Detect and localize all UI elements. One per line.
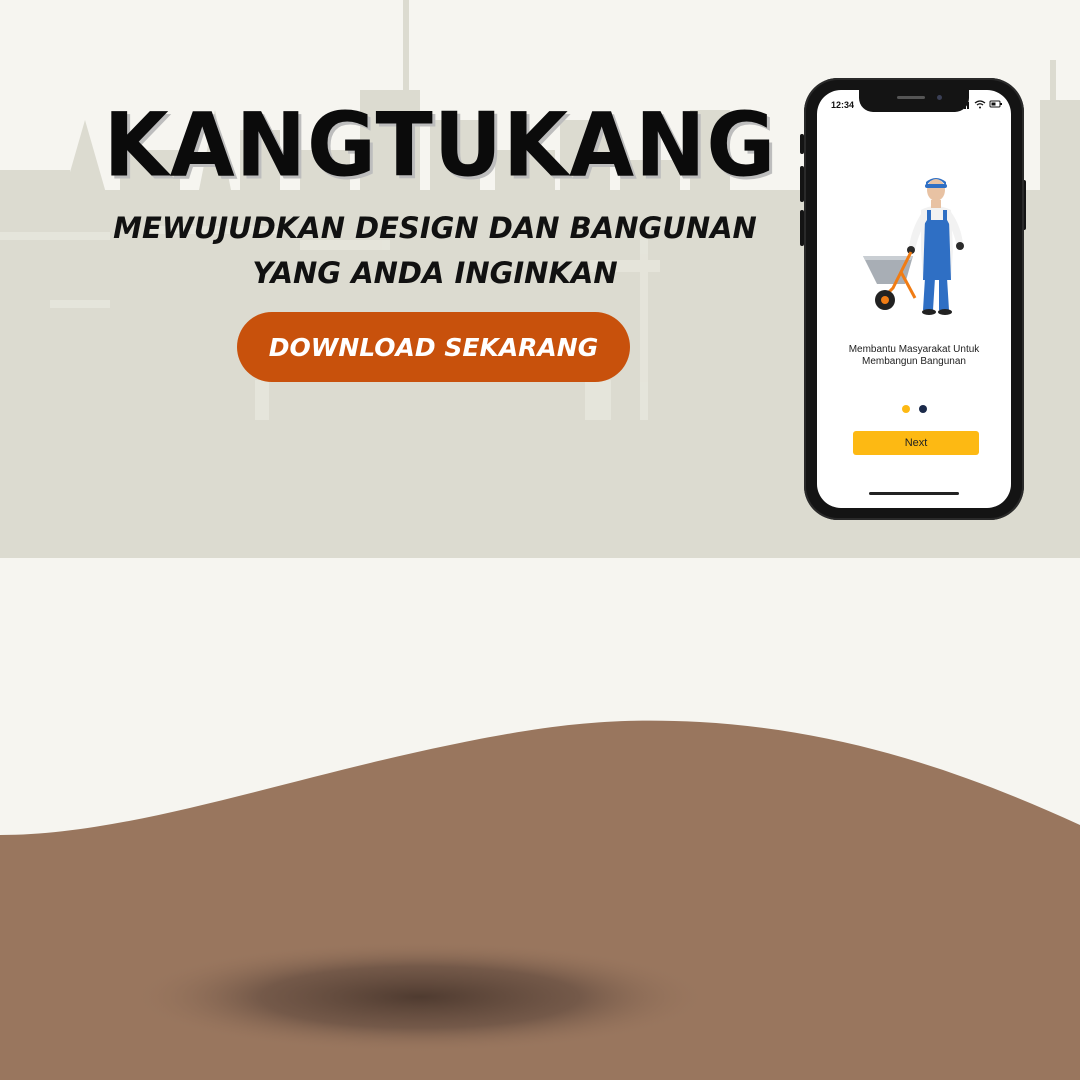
- battery-icon: [989, 100, 1002, 108]
- tagline-line-1: MEWUJUDKAN DESIGN DAN BANGUNAN: [113, 211, 757, 245]
- page-indicator: [900, 404, 930, 414]
- page-dot-active[interactable]: [902, 405, 910, 413]
- tagline: MEWUJUDKAN DESIGN DAN BANGUNAN YANG ANDA…: [90, 206, 780, 296]
- onboarding-line-1: Membantu Masyarakat Untuk: [848, 344, 980, 355]
- banner-scene: KANGTUKANG MEWUJUDKAN DESIGN DAN BANGUNA…: [0, 0, 1080, 1080]
- next-button[interactable]: Next: [853, 431, 979, 455]
- speaker-grille: [897, 96, 925, 99]
- shadow-ellipse: [130, 941, 710, 1053]
- worker-wheelbarrow-illustration: [863, 178, 964, 315]
- home-indicator[interactable]: [869, 492, 959, 495]
- wifi-icon: [974, 100, 986, 109]
- download-button[interactable]: DOWNLOAD SEKARANG: [237, 312, 630, 382]
- onboarding-line-2: Membangun Bangunan: [862, 356, 966, 367]
- status-time: 12:34: [831, 100, 855, 110]
- brand-title: KANGTUKANG: [103, 93, 777, 197]
- phone-notch: [859, 90, 969, 112]
- camera-icon: [937, 95, 942, 100]
- page-dot-inactive[interactable]: [919, 405, 927, 413]
- phone-mockup: 12:34 Membantu Masyarakat Untuk Membangu…: [804, 78, 1024, 520]
- onboarding-text: Membantu Masyarakat Untuk Membangun Bang…: [827, 344, 1001, 368]
- tagline-line-2: YANG ANDA INGINKAN: [252, 256, 618, 290]
- phone-screen: 12:34 Membantu Masyarakat Untuk Membangu…: [817, 90, 1011, 508]
